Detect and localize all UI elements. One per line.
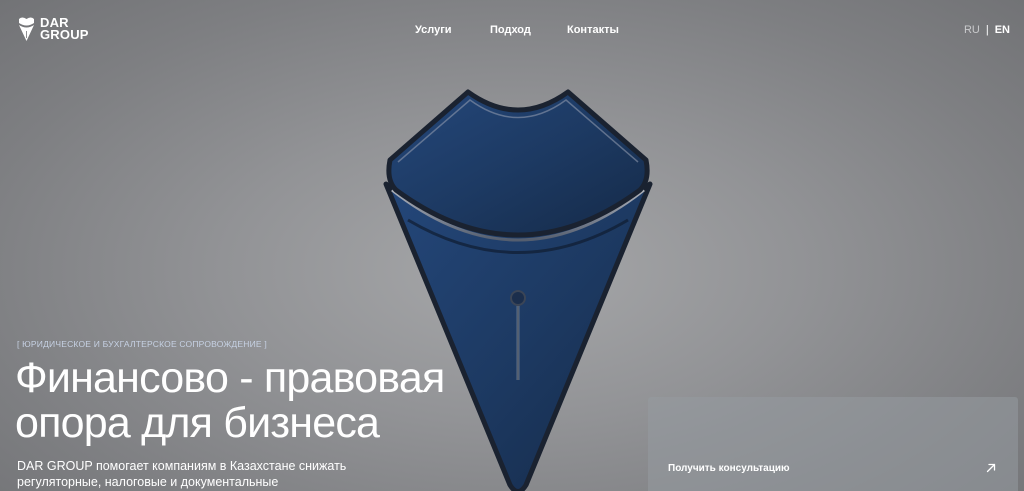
main-nav: Услуги Подход Контакты: [0, 24, 1024, 40]
language-option-ru[interactable]: RU: [964, 24, 980, 36]
hero-headline: Финансово - правовая опора для бизнеса: [15, 356, 535, 446]
nav-link-contacts[interactable]: Контакты: [567, 24, 619, 36]
nav-link-approach[interactable]: Подход: [490, 24, 531, 36]
arrow-up-right-icon[interactable]: [986, 463, 996, 473]
consultation-cta-card[interactable]: Получить консультацию: [648, 397, 1018, 491]
language-divider: |: [985, 24, 989, 36]
hero-headline-line2: опора для бизнеса: [15, 399, 380, 447]
nav-link-services[interactable]: Услуги: [415, 24, 452, 36]
consultation-cta-label[interactable]: Получить консультацию: [668, 463, 790, 474]
hero-section: DAR GROUP Услуги Подход Контакты RU | EN: [0, 0, 1024, 491]
language-switcher: RU | EN: [964, 24, 1010, 36]
hero-description: DAR GROUP помогает компаниям в Казахстан…: [17, 459, 347, 489]
hero-eyebrow: [ ЮРИДИЧЕСКОЕ И БУХГАЛТЕРСКОЕ СОПРОВОЖДЕ…: [17, 339, 267, 349]
language-option-en[interactable]: EN: [995, 24, 1010, 36]
hero-headline-line1: Финансово - правовая: [15, 354, 445, 402]
